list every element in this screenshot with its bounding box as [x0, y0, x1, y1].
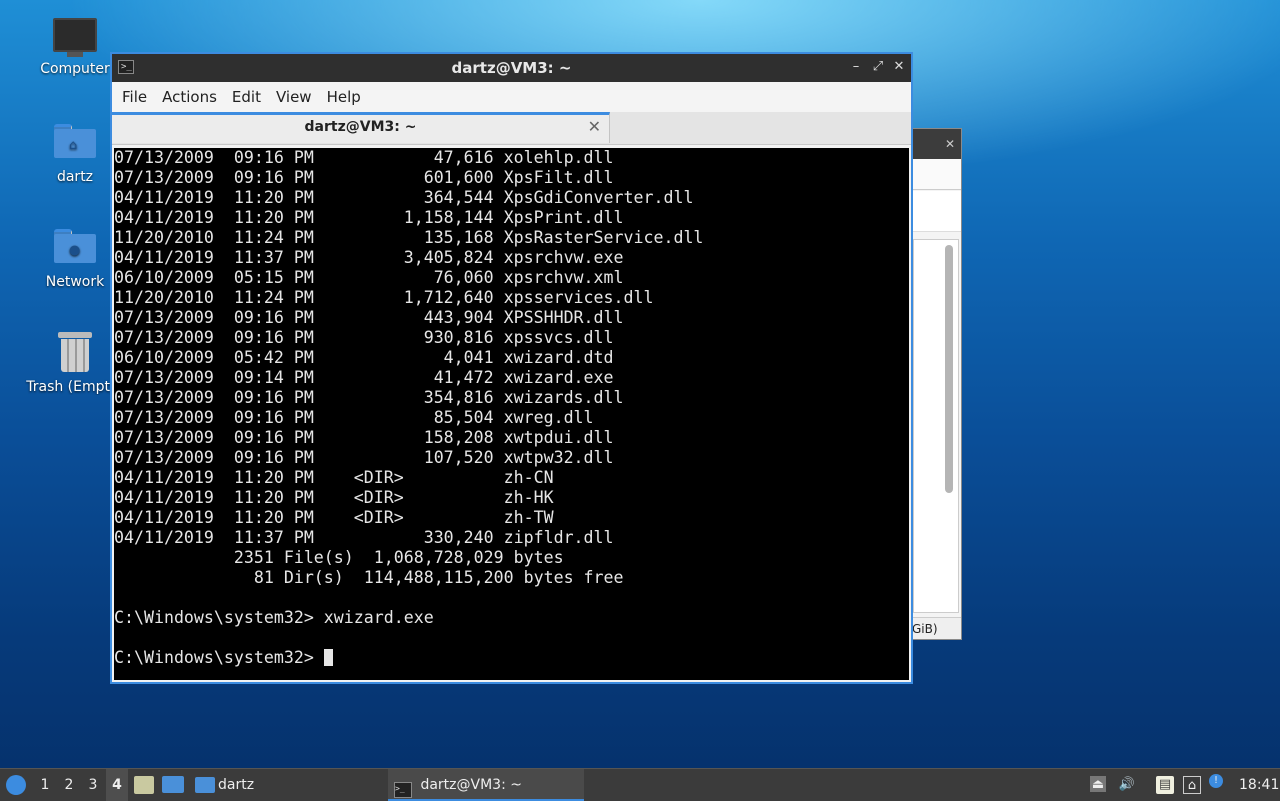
task-button-terminal[interactable]: >_ dartz@VM3: ~ — [388, 769, 584, 801]
terminal-text: 07/13/2009 09:16 PM 47,616 xolehlp.dll 0… — [114, 148, 704, 667]
trash-icon — [58, 332, 92, 372]
eject-icon[interactable]: ⏏ — [1090, 776, 1106, 792]
tab-terminal[interactable]: dartz@VM3: ~ ✕ — [112, 112, 610, 143]
scrollbar[interactable] — [945, 245, 953, 493]
menu-edit[interactable]: Edit — [232, 88, 272, 106]
minimize-icon[interactable]: – — [847, 58, 865, 76]
terminal-output[interactable]: 07/13/2009 09:16 PM 47,616 xolehlp.dll 0… — [114, 148, 909, 680]
background-window[interactable]: ✕ GiB) — [908, 128, 962, 640]
home-folder-icon: ⌂ — [54, 124, 96, 158]
clock[interactable]: 18:41 — [1239, 769, 1279, 801]
notification-icon[interactable]: ! — [1209, 774, 1223, 788]
clipboard-icon[interactable]: ▤ — [1156, 776, 1174, 794]
menu-view[interactable]: View — [276, 88, 323, 106]
maximize-icon[interactable]: ⤢ — [869, 58, 887, 76]
menu-help[interactable]: Help — [327, 88, 372, 106]
network-folder-icon: ● — [54, 229, 96, 263]
network-icon[interactable]: ⌂ — [1183, 776, 1201, 794]
terminal-icon: >_ — [394, 782, 412, 798]
menu-file[interactable]: File — [122, 88, 158, 106]
task-label: dartz@VM3: ~ — [420, 777, 522, 793]
taskbar: 1 2 3 4 dartz >_ dartz@VM3: ~ ⏏ 🔊 ▤ ⌂ ! … — [0, 768, 1280, 801]
workspace-1[interactable]: 1 — [34, 769, 56, 801]
window-title: dartz@VM3: ~ — [451, 59, 572, 77]
start-menu-icon[interactable] — [6, 775, 26, 795]
text-cursor — [323, 649, 333, 666]
status-bar: GiB) — [909, 617, 961, 639]
workspace-4[interactable]: 4 — [106, 769, 128, 801]
tab-bar: dartz@VM3: ~ ✕ — [112, 112, 911, 145]
folder-icon — [195, 777, 215, 793]
tab-title: dartz@VM3: ~ — [304, 119, 417, 135]
file-manager-launcher-icon[interactable] — [134, 776, 154, 794]
workspace-3[interactable]: 3 — [82, 769, 104, 801]
tab-close-icon[interactable]: ✕ — [588, 117, 601, 136]
menu-bar: File Actions Edit View Help — [112, 82, 911, 112]
volume-icon[interactable]: 🔊 — [1118, 776, 1136, 794]
desktop-launcher-icon[interactable] — [162, 776, 184, 793]
background-window-buttons[interactable]: ✕ — [945, 137, 955, 151]
workspace-2[interactable]: 2 — [58, 769, 80, 801]
computer-icon — [53, 18, 97, 52]
folder-launcher-label[interactable]: dartz — [218, 769, 254, 801]
close-icon[interactable]: ✕ — [890, 58, 908, 76]
window-titlebar[interactable]: >_ dartz@VM3: ~ – ⤢ ✕ — [112, 54, 911, 82]
menu-actions[interactable]: Actions — [162, 88, 228, 106]
terminal-window[interactable]: >_ dartz@VM3: ~ – ⤢ ✕ File Actions Edit … — [110, 52, 913, 684]
